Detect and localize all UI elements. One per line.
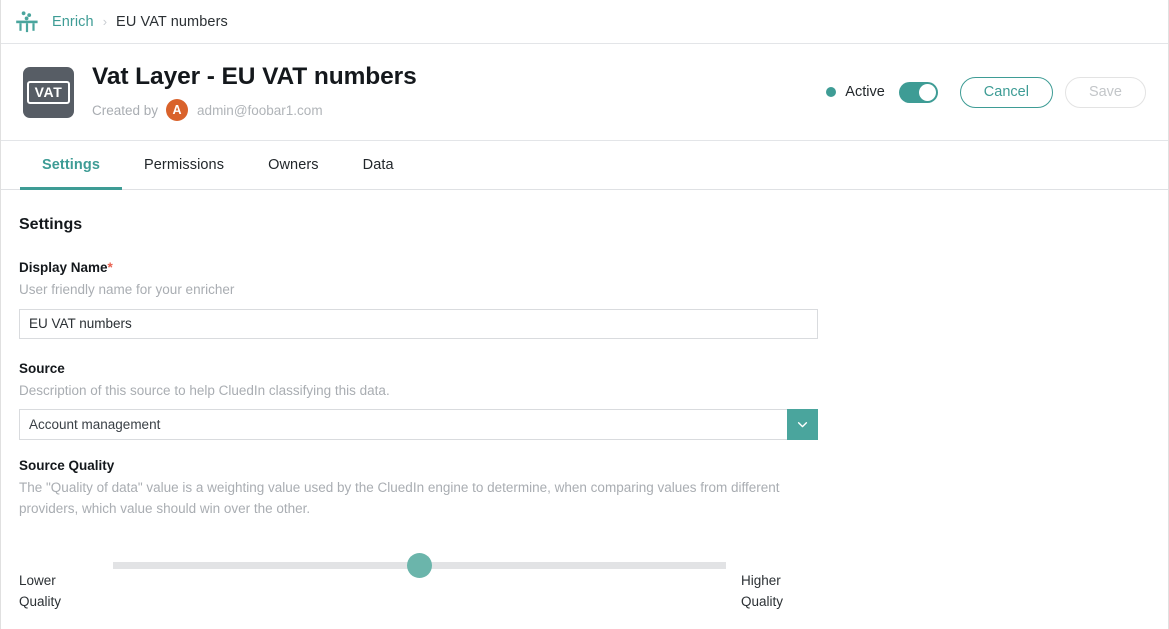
chevron-down-icon[interactable]	[787, 409, 818, 440]
slider-higher-label: Higher Quality	[741, 571, 783, 613]
status-dot-icon	[826, 87, 836, 97]
tab-bar: Settings Permissions Owners Data	[1, 141, 1168, 190]
chevron-down-glyph	[796, 418, 809, 431]
cluedin-logo-icon[interactable]	[14, 9, 40, 35]
settings-heading: Settings	[19, 216, 1150, 234]
breadcrumb-current: EU VAT numbers	[116, 14, 228, 30]
entity-header-text: Vat Layer - EU VAT numbers Created by A …	[92, 63, 826, 121]
entity-created-by: Created by A admin@foobar1.com	[92, 99, 826, 121]
tab-permissions[interactable]: Permissions	[122, 141, 246, 189]
created-by-label: Created by	[92, 103, 158, 118]
save-button: Save	[1065, 77, 1146, 108]
avatar: A	[166, 99, 188, 121]
breadcrumb-separator-icon: ›	[103, 15, 107, 28]
page-title: Vat Layer - EU VAT numbers	[92, 63, 826, 91]
source-quality-label: Source Quality	[19, 458, 1150, 473]
display-name-input[interactable]	[19, 309, 818, 339]
cancel-button[interactable]: Cancel	[960, 77, 1053, 108]
display-name-label-text: Display Name	[19, 260, 108, 275]
status-badge: Active	[826, 84, 885, 100]
display-name-field: Display Name* User friendly name for you…	[19, 260, 1150, 339]
vat-provider-icon: VAT	[23, 67, 74, 118]
display-name-label: Display Name*	[19, 260, 1150, 275]
header-actions: Active Cancel Save	[826, 77, 1146, 108]
source-quality-field: Source Quality The "Quality of data" val…	[19, 458, 1150, 613]
source-field: Source Description of this source to hel…	[19, 361, 1150, 441]
vat-provider-icon-label: VAT	[27, 81, 71, 104]
breadcrumb-bar: Enrich › EU VAT numbers	[1, 0, 1168, 44]
slider-thumb[interactable]	[407, 553, 432, 578]
status-label: Active	[845, 84, 885, 100]
source-help: Description of this source to help Clued…	[19, 381, 1150, 401]
slider-lower-label-line1: Lower	[19, 571, 61, 592]
source-quality-help: The "Quality of data" value is a weighti…	[19, 478, 819, 519]
source-quality-slider[interactable]: Lower Quality Higher Quality	[19, 549, 819, 613]
tab-data[interactable]: Data	[341, 141, 416, 189]
tab-owners[interactable]: Owners	[246, 141, 341, 189]
tab-settings[interactable]: Settings	[20, 141, 122, 189]
settings-panel: Settings Display Name* User friendly nam…	[1, 190, 1168, 613]
app-page: Enrich › EU VAT numbers VAT Vat Layer - …	[0, 0, 1169, 629]
source-select-value: Account management	[20, 410, 787, 439]
entity-header: VAT Vat Layer - EU VAT numbers Created b…	[1, 44, 1168, 141]
source-label: Source	[19, 361, 1150, 376]
slider-higher-label-line2: Quality	[741, 592, 783, 613]
slider-lower-label-line2: Quality	[19, 592, 61, 613]
display-name-help: User friendly name for your enricher	[19, 280, 1150, 300]
breadcrumb-parent-link[interactable]: Enrich	[52, 14, 94, 30]
source-select[interactable]: Account management	[19, 409, 818, 440]
required-marker: *	[108, 260, 113, 275]
created-by-email: admin@foobar1.com	[197, 103, 323, 118]
slider-lower-label: Lower Quality	[19, 571, 61, 613]
active-toggle-knob	[919, 84, 936, 101]
slider-higher-label-line1: Higher	[741, 571, 783, 592]
active-toggle[interactable]	[899, 82, 938, 103]
